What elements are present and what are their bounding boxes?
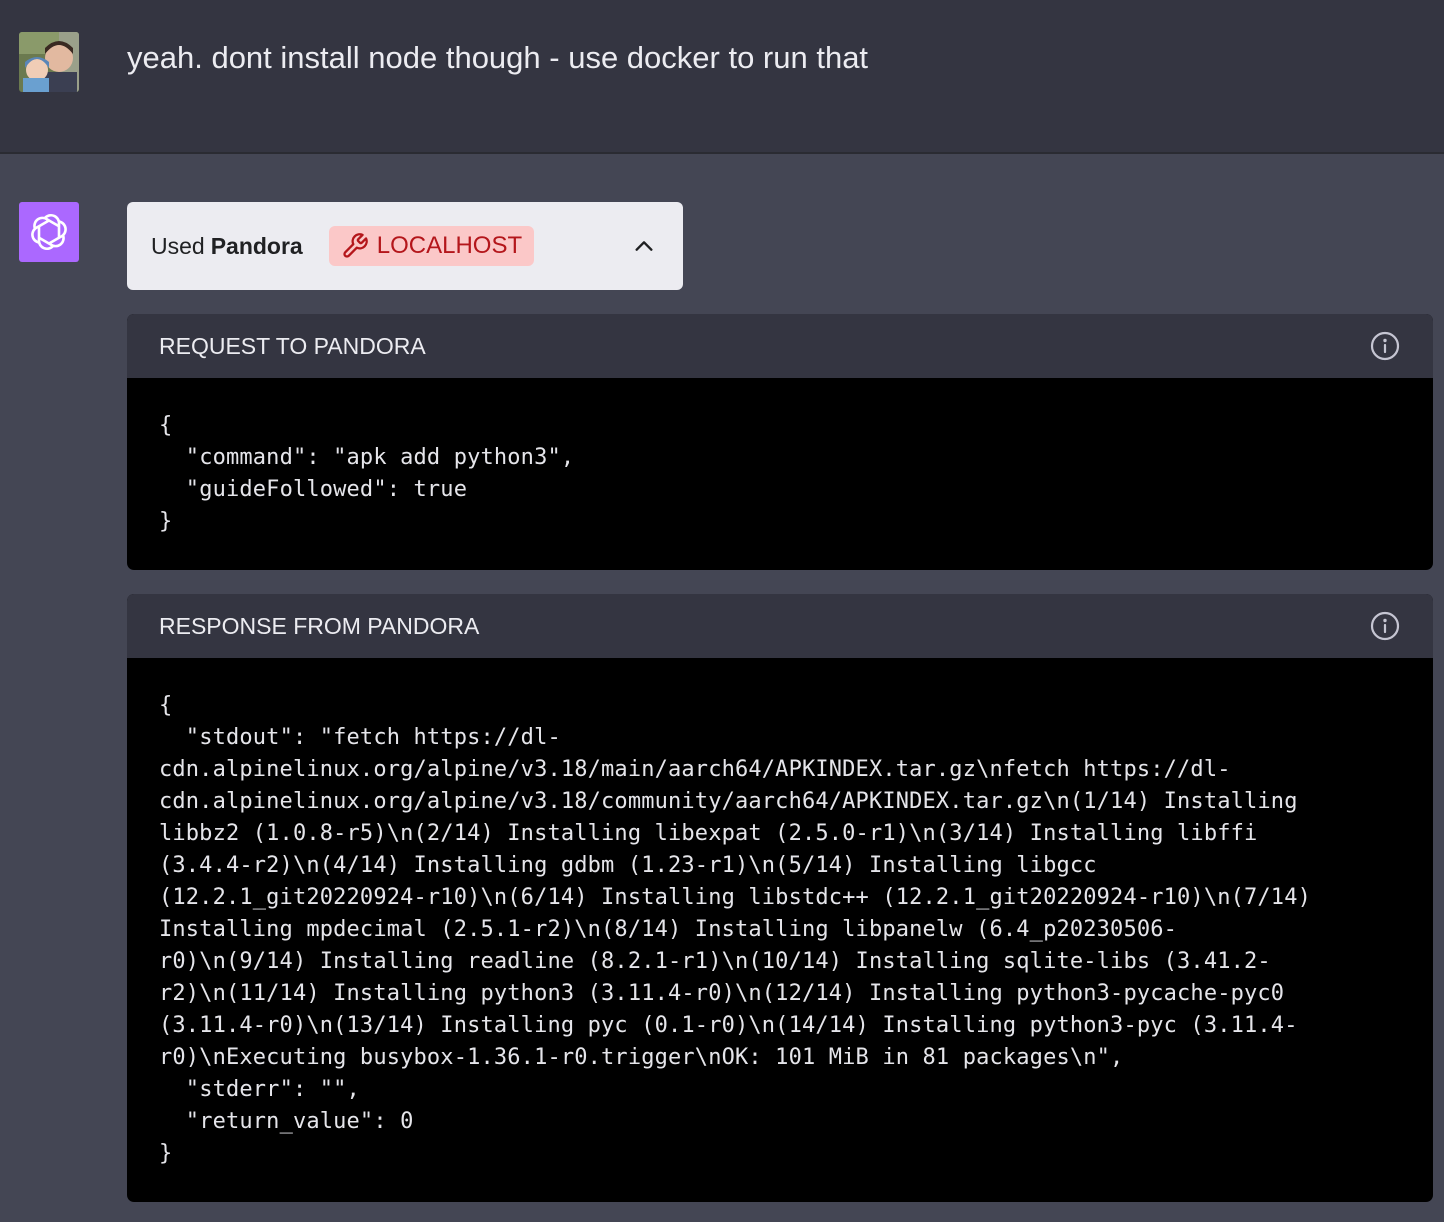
- code-line: "stderr": "",: [159, 1077, 360, 1102]
- user-avatar: [19, 32, 79, 92]
- code-line: "stdout": "fetch https://dl-: [159, 725, 561, 750]
- info-icon[interactable]: [1369, 610, 1401, 642]
- response-code-block: { "stdout": "fetch https://dl-cdn.alpine…: [127, 658, 1433, 1170]
- request-code-block: { "command": "apk add python3", "guideFo…: [127, 378, 1433, 538]
- code-line: "command": "apk add python3",: [159, 445, 575, 470]
- chevron-up-icon[interactable]: [633, 235, 655, 257]
- user-message-text: yeah. dont install node though - use doc…: [127, 40, 869, 75]
- code-line: cdn.alpinelinux.org/alpine/v3.18/main/aa…: [159, 757, 1231, 782]
- info-icon[interactable]: [1369, 330, 1401, 362]
- request-panel-header: REQUEST TO PANDORA: [127, 314, 1433, 378]
- code-line: "return_value": 0: [159, 1109, 414, 1134]
- code-line: (3.11.4-r0)\n(13/14) Installing pyc (0.1…: [159, 1013, 1298, 1038]
- code-line: Installing mpdecimal (2.5.1-r2)\n(8/14) …: [159, 917, 1178, 942]
- code-line: (3.4.4-r2)\n(4/14) Installing gdbm (1.23…: [159, 853, 1097, 878]
- user-message: yeah. dont install node though - use doc…: [0, 0, 1444, 154]
- plugin-call-toggle[interactable]: Used Pandora LOCALHOST: [127, 202, 683, 290]
- openai-logo-icon: [31, 213, 67, 251]
- code-line: (12.2.1_git20220924-r10)\n(6/14) Install…: [159, 885, 1311, 910]
- code-line: r0)\n(9/14) Installing readline (8.2.1-r…: [159, 949, 1271, 974]
- code-line: cdn.alpinelinux.org/alpine/v3.18/communi…: [159, 789, 1298, 814]
- request-panel-title: REQUEST TO PANDORA: [159, 332, 426, 359]
- code-line: }: [159, 509, 173, 534]
- code-line: }: [159, 1141, 173, 1166]
- assistant-avatar: [19, 202, 79, 262]
- code-line: "guideFollowed": true: [159, 477, 468, 502]
- request-panel: REQUEST TO PANDORA { "command": "apk add…: [127, 314, 1433, 570]
- response-panel: RESPONSE FROM PANDORA { "stdout": "fetch…: [127, 594, 1433, 1202]
- badge-label: LOCALHOST: [376, 232, 523, 259]
- code-line: r0)\nExecuting busybox-1.36.1-r0.trigger…: [159, 1045, 1124, 1070]
- localhost-badge: LOCALHOST: [328, 226, 535, 266]
- response-panel-header: RESPONSE FROM PANDORA: [127, 594, 1433, 658]
- code-line: r2)\n(11/14) Installing python3 (3.11.4-…: [159, 981, 1285, 1006]
- code-line: {: [159, 413, 173, 438]
- used-label: Used: [151, 232, 205, 259]
- response-panel-title: RESPONSE FROM PANDORA: [159, 612, 480, 639]
- code-line: {: [159, 693, 173, 718]
- plugin-name: Pandora: [210, 232, 303, 259]
- code-line: libbz2 (1.0.8-r5)\n(2/14) Installing lib…: [159, 821, 1258, 846]
- wrench-icon: [343, 233, 368, 258]
